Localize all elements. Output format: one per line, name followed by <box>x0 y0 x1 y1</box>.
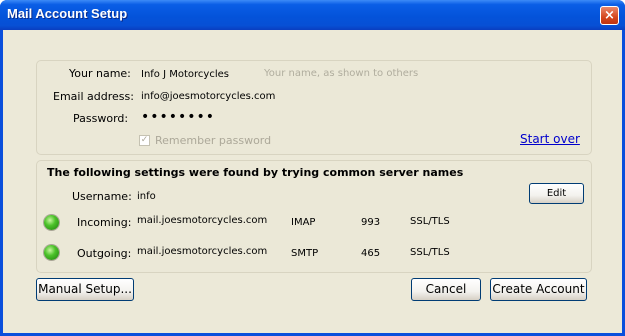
incoming-status-icon <box>44 215 59 230</box>
email-field[interactable]: info@joesmotorcycles.com <box>141 91 275 102</box>
start-over-link[interactable]: Start over <box>520 132 580 146</box>
mail-account-setup-window: Mail Account Setup × Your name: Info J M… <box>0 0 625 336</box>
outgoing-security: SSL/TLS <box>410 247 450 258</box>
incoming-port: 993 <box>361 217 381 228</box>
name-hint: Your name, as shown to others <box>264 68 419 79</box>
account-group: Your name: Info J Motorcycles Your name,… <box>36 60 592 155</box>
incoming-protocol: IMAP <box>291 217 316 228</box>
manual-setup-label: Manual Setup... <box>38 282 132 296</box>
remember-password-label: Remember password <box>155 134 272 147</box>
edit-button-label: Edit <box>546 188 567 199</box>
outgoing-label: Outgoing: <box>77 247 132 260</box>
close-button[interactable]: × <box>600 6 619 25</box>
settings-heading: The following settings were found by try… <box>47 166 464 179</box>
window-title: Mail Account Setup <box>7 6 128 21</box>
edit-button[interactable]: Edit <box>529 183 584 204</box>
cancel-button[interactable]: Cancel <box>411 278 481 301</box>
outgoing-port: 465 <box>361 248 381 259</box>
dialog-body: Your name: Info J Motorcycles Your name,… <box>3 30 622 333</box>
username-field[interactable]: info <box>137 191 156 202</box>
username-label: Username: <box>72 190 132 203</box>
incoming-label: Incoming: <box>77 216 132 229</box>
settings-group: The following settings were found by try… <box>36 160 592 273</box>
manual-setup-button[interactable]: Manual Setup... <box>36 278 134 301</box>
cancel-label: Cancel <box>425 282 467 296</box>
incoming-server: mail.joesmotorcycles.com <box>137 215 268 226</box>
checkmark-icon: ✓ <box>140 135 149 145</box>
create-account-label: Create Account <box>492 282 585 296</box>
title-bar[interactable]: Mail Account Setup × <box>0 0 625 30</box>
close-icon: × <box>604 8 615 23</box>
name-field[interactable]: Info J Motorcycles <box>141 69 229 80</box>
email-label: Email address: <box>53 90 134 103</box>
incoming-security: SSL/TLS <box>410 216 450 227</box>
create-account-button[interactable]: Create Account <box>490 278 587 301</box>
name-label: Your name: <box>69 67 131 80</box>
outgoing-protocol: SMTP <box>291 248 319 259</box>
outgoing-server: mail.joesmotorcycles.com <box>137 246 268 257</box>
outgoing-status-icon <box>44 245 59 260</box>
remember-password-checkbox[interactable]: ✓ <box>139 135 150 146</box>
password-field[interactable]: •••••••• <box>141 109 215 125</box>
password-label: Password: <box>73 112 129 125</box>
